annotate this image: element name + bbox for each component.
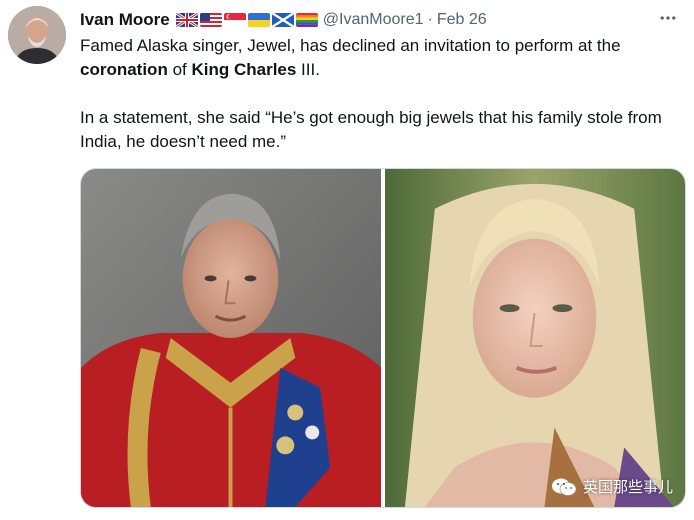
flag-emojis — [175, 13, 318, 27]
singapore-flag-icon — [223, 13, 246, 27]
us-flag-icon — [199, 13, 222, 27]
tweet-header: Ivan Moore @IvanMoore1 · Feb 26 — [80, 9, 487, 31]
watermark: 英国那些事儿 — [551, 476, 673, 497]
text-segment: Famed Alaska singer, Jewel, has declined… — [80, 36, 621, 55]
watermark-text: 英国那些事儿 — [582, 479, 673, 496]
tweet-card[interactable]: Ivan Moore @IvanMoore1 · Feb 26 Famed Al… — [0, 0, 694, 520]
tweet-paragraph-1: Famed Alaska singer, Jewel, has declined… — [80, 34, 680, 82]
rainbow-flag-icon — [295, 13, 318, 27]
uk-flag-icon — [175, 13, 198, 27]
author-avatar[interactable] — [8, 6, 66, 64]
separator-dot: · — [427, 11, 433, 28]
scotland-flag-icon — [271, 13, 294, 27]
portrait-man-in-red-military-uniform — [81, 169, 381, 507]
avatar-image — [8, 6, 66, 64]
wechat-icon — [551, 478, 577, 496]
author-name[interactable]: Ivan Moore — [80, 10, 170, 30]
tweet-paragraph-2: In a statement, she said “He’s got enoug… — [80, 108, 662, 151]
hashtag-king-charles[interactable]: King Charles — [191, 60, 296, 79]
more-horizontal-icon — [660, 16, 676, 20]
text-segment: III. — [296, 60, 320, 79]
hashtag-coronation[interactable]: coronation — [80, 60, 168, 79]
ukraine-flag-icon — [247, 13, 270, 27]
media-image-right[interactable]: 英国那些事儿 — [385, 169, 685, 507]
tweet-media[interactable]: 英国那些事儿 — [80, 168, 686, 508]
text-segment: of — [167, 60, 192, 79]
media-image-left[interactable] — [81, 169, 381, 507]
tweet-date[interactable]: Feb 26 — [437, 11, 487, 29]
tweet-text: Famed Alaska singer, Jewel, has declined… — [80, 34, 680, 154]
author-handle[interactable]: @IvanMoore1 — [323, 11, 424, 29]
more-options-button[interactable] — [656, 6, 680, 30]
portrait-blonde-woman — [385, 169, 685, 507]
